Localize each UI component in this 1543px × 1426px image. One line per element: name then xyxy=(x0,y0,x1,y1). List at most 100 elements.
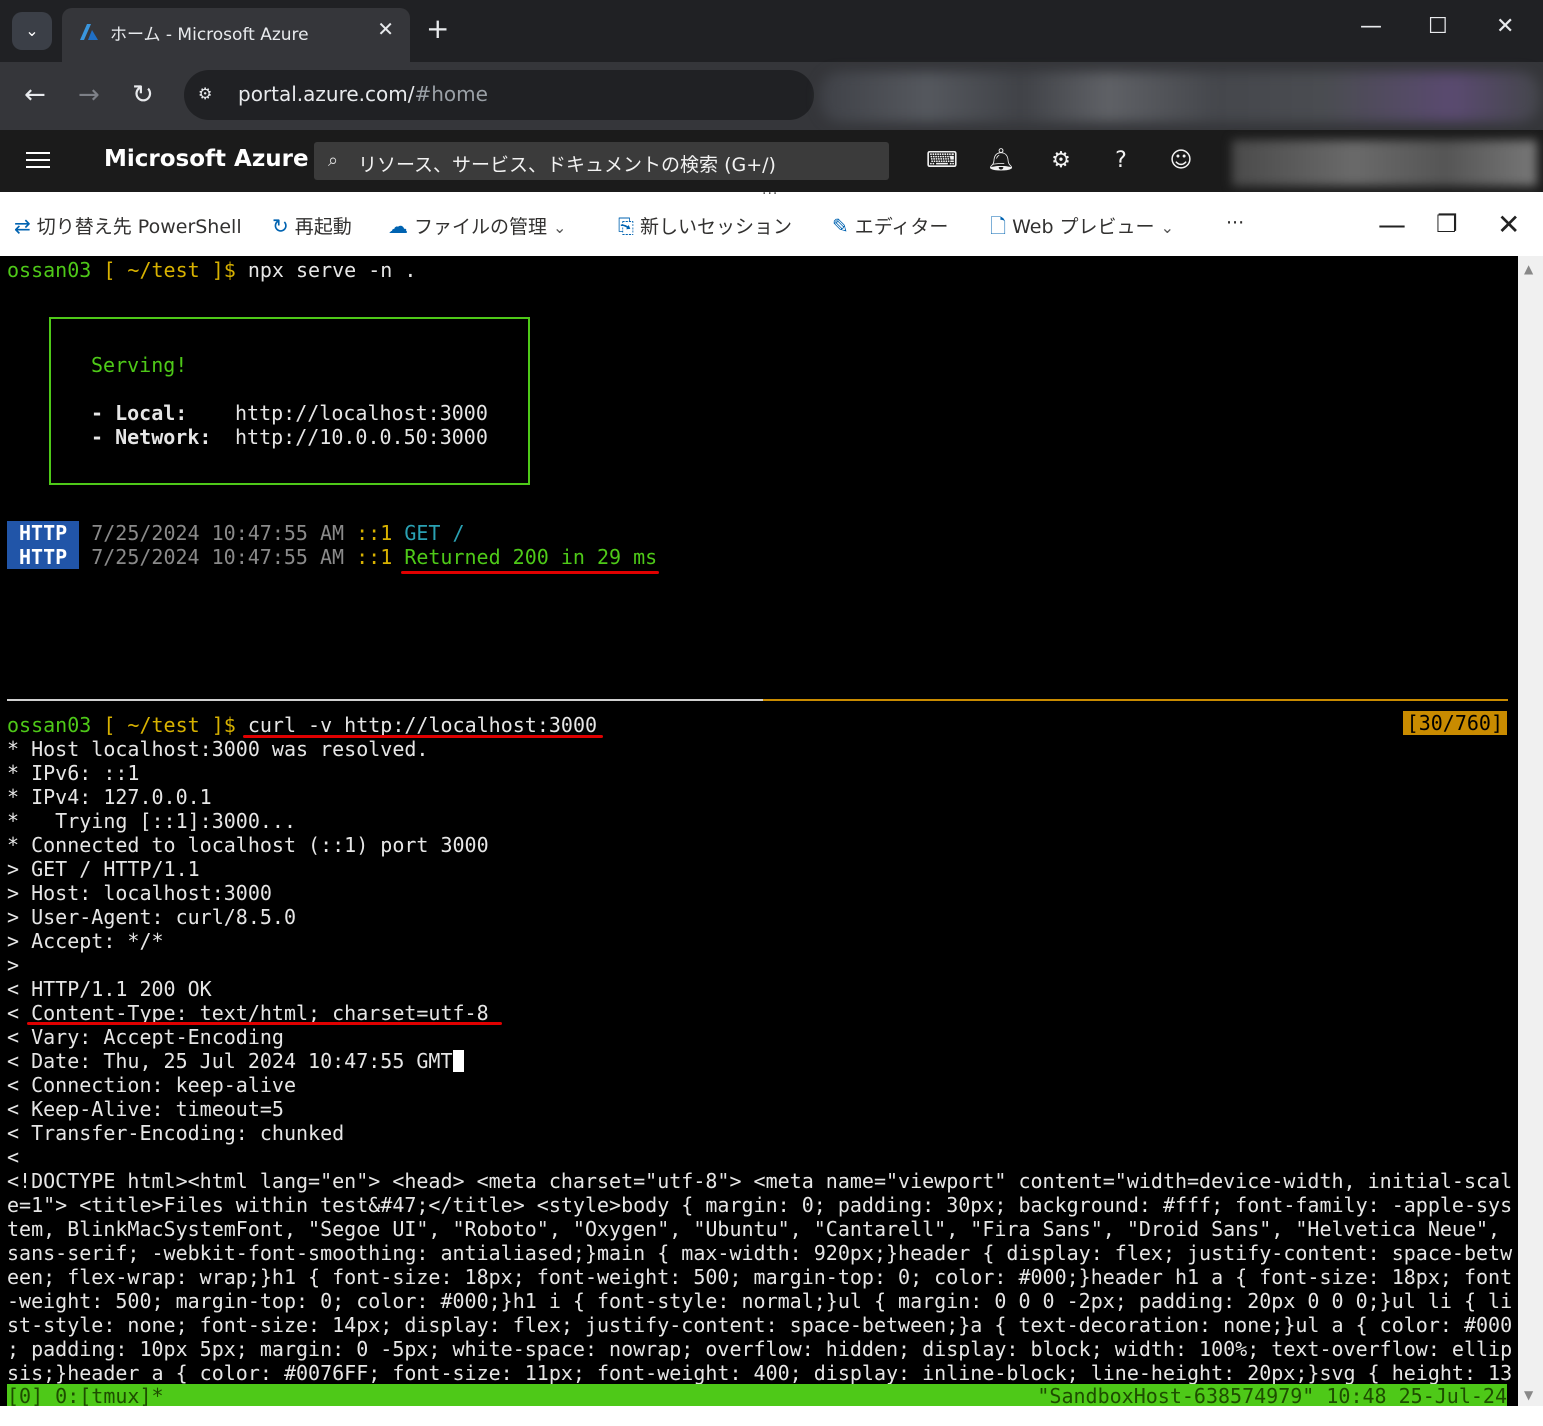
new-session-icon: ⎘ xyxy=(618,214,634,238)
scroll-down-icon[interactable]: ▼ xyxy=(1524,1388,1533,1402)
address-bar[interactable]: ⚙ portal.azure.com/#home xyxy=(184,70,814,120)
prompt-command: npx serve -n . xyxy=(235,258,417,282)
web-preview-label: Web プレビュー xyxy=(1012,216,1155,238)
new-session-button[interactable]: ⎘ 新しいセッション xyxy=(618,212,792,242)
status-left: [0] 0:[tmux]* xyxy=(7,1384,164,1406)
network-url: http://10.0.0.50:3000 xyxy=(235,425,488,449)
switch-label: 切り替え先 PowerShell xyxy=(36,216,242,238)
window-close-button[interactable]: ✕ xyxy=(1496,14,1514,39)
editor-button[interactable]: ✎ エディター xyxy=(832,212,948,242)
web-preview-icon: 🗋︎ xyxy=(990,214,1007,238)
terminal-line: * Host localhost:3000 was resolved. xyxy=(7,737,429,761)
new-tab-button[interactable]: + xyxy=(426,12,449,46)
terminal-line: > Host: localhost:3000 xyxy=(7,881,272,905)
close-shell-icon[interactable]: ✕ xyxy=(1497,208,1520,241)
files-label: ファイルの管理 xyxy=(414,216,548,238)
new-session-label: 新しいセッション xyxy=(640,216,793,238)
forward-arrow-icon[interactable]: → xyxy=(78,80,100,110)
restore-shell-icon[interactable]: ❐ xyxy=(1436,210,1458,238)
terminal-line: > User-Agent: curl/8.5.0 xyxy=(7,905,296,929)
search-placeholder: リソース、サービス、ドキュメントの検索 (G+/) xyxy=(358,154,776,176)
cloud-shell-icon[interactable]: ⌨ xyxy=(926,146,958,176)
browser-tab-strip: ⌄ ホーム - Microsoft Azure ✕ + — ☐ ✕ xyxy=(0,0,1543,62)
terminal-line: < xyxy=(7,1145,20,1169)
scroll-position-indicator: [30/760] xyxy=(1402,711,1507,735)
log-message: GET / xyxy=(404,521,465,545)
terminal-line: > Accept: */* xyxy=(7,929,164,953)
prompt-command: curl -v http://localhost:3000 xyxy=(235,713,598,737)
cloud-upload-icon: ☁ xyxy=(388,214,408,238)
minimize-shell-icon[interactable]: — xyxy=(1378,208,1406,241)
red-underline-annotation xyxy=(27,1022,502,1025)
log-message: Returned 200 in 29 ms xyxy=(404,545,658,569)
feedback-icon[interactable]: ☺ xyxy=(1166,146,1196,176)
prompt-user: ossan03 xyxy=(7,258,92,282)
log-addr: ::1 xyxy=(356,521,393,545)
restart-icon: ↻ xyxy=(272,214,289,238)
bell-icon[interactable]: 🔔︎ xyxy=(986,146,1016,176)
url-path: #home xyxy=(414,82,488,106)
azure-search-box[interactable]: ⌕ リソース、サービス、ドキュメントの検索 (G+/) xyxy=(314,142,889,180)
serving-title: Serving! xyxy=(91,353,188,377)
search-icon: ⌕ xyxy=(328,150,339,171)
terminal-line: tem, BlinkMacSystemFont, "Segoe UI", "Ro… xyxy=(7,1217,1501,1241)
gear-icon[interactable]: ⚙ xyxy=(1046,146,1076,176)
switch-powershell-button[interactable]: ⇄ 切り替え先 PowerShell xyxy=(14,212,242,242)
text-cursor xyxy=(452,1050,464,1072)
help-icon[interactable]: ? xyxy=(1106,146,1136,176)
network-label: - Network: xyxy=(91,425,212,449)
tab-search-button[interactable]: ⌄ xyxy=(12,12,52,50)
terminal[interactable]: ossan03 [ ~/test ]$ npx serve -n . Servi… xyxy=(0,256,1518,1406)
http-tag: HTTP xyxy=(7,521,80,545)
restart-button[interactable]: ↻ 再起動 xyxy=(272,212,352,242)
log-time: 7/25/2024 10:47:55 AM xyxy=(91,521,345,545)
terminal-line: > xyxy=(7,953,20,977)
log-addr: ::1 xyxy=(356,545,393,569)
url-host: portal.azure.com/ xyxy=(238,82,415,106)
terminal-line: < HTTP/1.1 200 OK xyxy=(7,977,212,1001)
log-line: HTTP 7/25/2024 10:47:55 AM ::1 Returned … xyxy=(7,545,657,569)
terminal-line: < Date: Thu, 25 Jul 2024 10:47:55 GMT xyxy=(7,1049,464,1073)
site-settings-icon[interactable]: ⚙ xyxy=(198,84,220,106)
window-minimize-button[interactable]: — xyxy=(1360,14,1382,39)
account-blurred[interactable] xyxy=(1232,140,1537,186)
resize-grip[interactable]: ··· xyxy=(762,186,778,202)
red-underline-annotation xyxy=(401,571,659,574)
switch-icon: ⇄ xyxy=(14,214,31,238)
menu-icon[interactable] xyxy=(26,147,50,173)
terminal-scrollbar[interactable]: ▲ ▼ xyxy=(1518,256,1543,1406)
reload-icon[interactable]: ↻ xyxy=(132,80,154,110)
terminal-line: een; flex-wrap: wrap;}h1 { font-size: 18… xyxy=(7,1265,1513,1289)
scroll-up-icon[interactable]: ▲ xyxy=(1524,262,1533,276)
editor-label: エディター xyxy=(854,216,949,238)
pane-separator xyxy=(7,699,763,701)
manage-files-button[interactable]: ☁ ファイルの管理 ⌄ xyxy=(388,212,566,242)
url-text[interactable]: portal.azure.com/#home xyxy=(238,82,488,106)
terminal-line: * Trying [::1]:3000... xyxy=(7,809,296,833)
azure-brand[interactable]: Microsoft Azure xyxy=(104,146,309,172)
back-arrow-icon[interactable]: ← xyxy=(24,80,46,110)
terminal-line: * IPv4: 127.0.0.1 xyxy=(7,785,212,809)
terminal-line: < Vary: Accept-Encoding xyxy=(7,1025,284,1049)
terminal-line: sis;}header a { color: #0076FF; font-siz… xyxy=(7,1361,1513,1385)
pane-separator-active xyxy=(763,699,1508,701)
tab-title: ホーム - Microsoft Azure xyxy=(110,25,309,45)
prompt-line: ossan03 [ ~/test ]$ npx serve -n . xyxy=(7,258,416,282)
terminal-line: <!DOCTYPE html><html lang="en"> <head> <… xyxy=(7,1169,1513,1193)
azure-logo-icon xyxy=(80,24,98,40)
status-right: "SandboxHost-638574979" 10:48 25-Jul-24 xyxy=(1037,1384,1507,1406)
browser-tab[interactable]: ホーム - Microsoft Azure ✕ xyxy=(62,8,410,62)
window-maximize-button[interactable]: ☐ xyxy=(1428,14,1448,39)
web-preview-button[interactable]: 🗋︎ Web プレビュー ⌄ xyxy=(990,212,1174,242)
cloud-shell-toolbar: ··· ⇄ 切り替え先 PowerShell ↻ 再起動 ☁ ファイルの管理 ⌄ ⎘ 新し… xyxy=(0,186,1543,256)
restart-label: 再起動 xyxy=(294,216,352,238)
prompt-user: ossan03 xyxy=(7,713,92,737)
local-line: - Local: xyxy=(91,401,187,425)
local-label: - Local: xyxy=(91,401,188,425)
blurred-extensions-area xyxy=(820,72,1540,122)
browser-toolbar: ← → ↻ ⚙ portal.azure.com/#home xyxy=(0,62,1543,130)
tab-close-button[interactable]: ✕ xyxy=(377,17,394,41)
terminal-line: e=1"> <title>Files within test&#47;</tit… xyxy=(7,1193,1513,1217)
more-options-button[interactable]: ··· xyxy=(1226,212,1244,242)
pencil-icon: ✎ xyxy=(832,214,849,238)
